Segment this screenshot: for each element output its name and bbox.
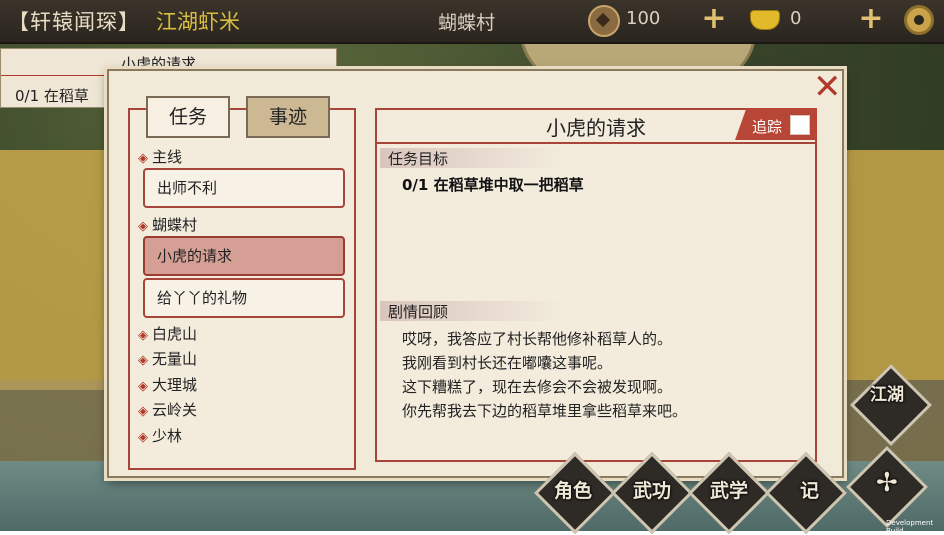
group-main-quest[interactable]: 主线 xyxy=(138,146,182,167)
group-region[interactable]: 白虎山 xyxy=(138,323,197,344)
player-name: 江湖虾米 xyxy=(156,10,240,34)
quest-item-selected[interactable]: 小虎的请求 xyxy=(143,236,345,276)
coin-count: 100 xyxy=(626,8,661,29)
objective-text: 0/1 在稻草堆中取一把稻草 xyxy=(402,176,584,194)
game-title: 【轩辕闻琛】 xyxy=(8,10,140,34)
settings-gear-icon[interactable] xyxy=(904,5,934,35)
notes-label: 记 xyxy=(800,480,820,502)
tab-tasks[interactable]: 任务 xyxy=(146,96,230,138)
recap-line: 哎呀，我答应了村长帮他修补稻草人的。 xyxy=(402,330,673,348)
add-coins-button[interactable]: + xyxy=(700,4,728,34)
role-label: 角色 xyxy=(554,480,593,502)
location-name: 蝴蝶村 xyxy=(438,12,496,34)
group-butterfly-village[interactable]: 蝴蝶村 xyxy=(138,214,197,235)
recap-line: 这下糟糕了，现在去修会不会被发现啊。 xyxy=(402,378,673,396)
title-divider xyxy=(377,142,815,144)
jianghu-label: 江湖 xyxy=(870,385,904,405)
group-region[interactable]: 少林 xyxy=(138,425,182,446)
group-region[interactable]: 无量山 xyxy=(138,348,197,369)
tracker-objective: 0/1 在稻草 xyxy=(15,87,89,105)
top-bar: 【轩辕闻琛】 江湖虾米 蝴蝶村 100 + 0 + xyxy=(0,0,944,44)
rice-field xyxy=(840,150,944,380)
group-region[interactable]: 大理城 xyxy=(138,374,197,395)
tab-story[interactable]: 事迹 xyxy=(246,96,330,138)
learn-label: 武学 xyxy=(710,480,749,502)
copper-coin-icon xyxy=(588,5,620,37)
ingot-count: 0 xyxy=(790,8,802,29)
recap-line: 你先帮我去下边的稻草堆里拿些稻草来吧。 xyxy=(402,402,688,420)
close-icon[interactable]: ✕ xyxy=(813,70,842,106)
quest-item[interactable]: 给丫丫的礼物 xyxy=(143,278,345,318)
track-checkbox[interactable] xyxy=(790,115,810,135)
rice-field xyxy=(0,150,110,390)
quest-item[interactable]: 出师不利 xyxy=(143,168,345,208)
add-ingots-button[interactable]: + xyxy=(857,4,885,34)
track-label: 追踪 xyxy=(752,118,783,136)
dev-build-label: Development Build xyxy=(886,519,934,535)
objective-heading: 任务目标 xyxy=(380,148,568,168)
group-region[interactable]: 云岭关 xyxy=(138,399,197,420)
recap-heading: 剧情回顾 xyxy=(380,301,568,321)
gold-ingot-icon xyxy=(750,10,780,30)
pinwheel-icon: ✢ xyxy=(876,468,898,498)
recap-line: 我刚看到村长还在嘟囔这事呢。 xyxy=(402,354,613,372)
martial-label: 武功 xyxy=(633,480,672,502)
